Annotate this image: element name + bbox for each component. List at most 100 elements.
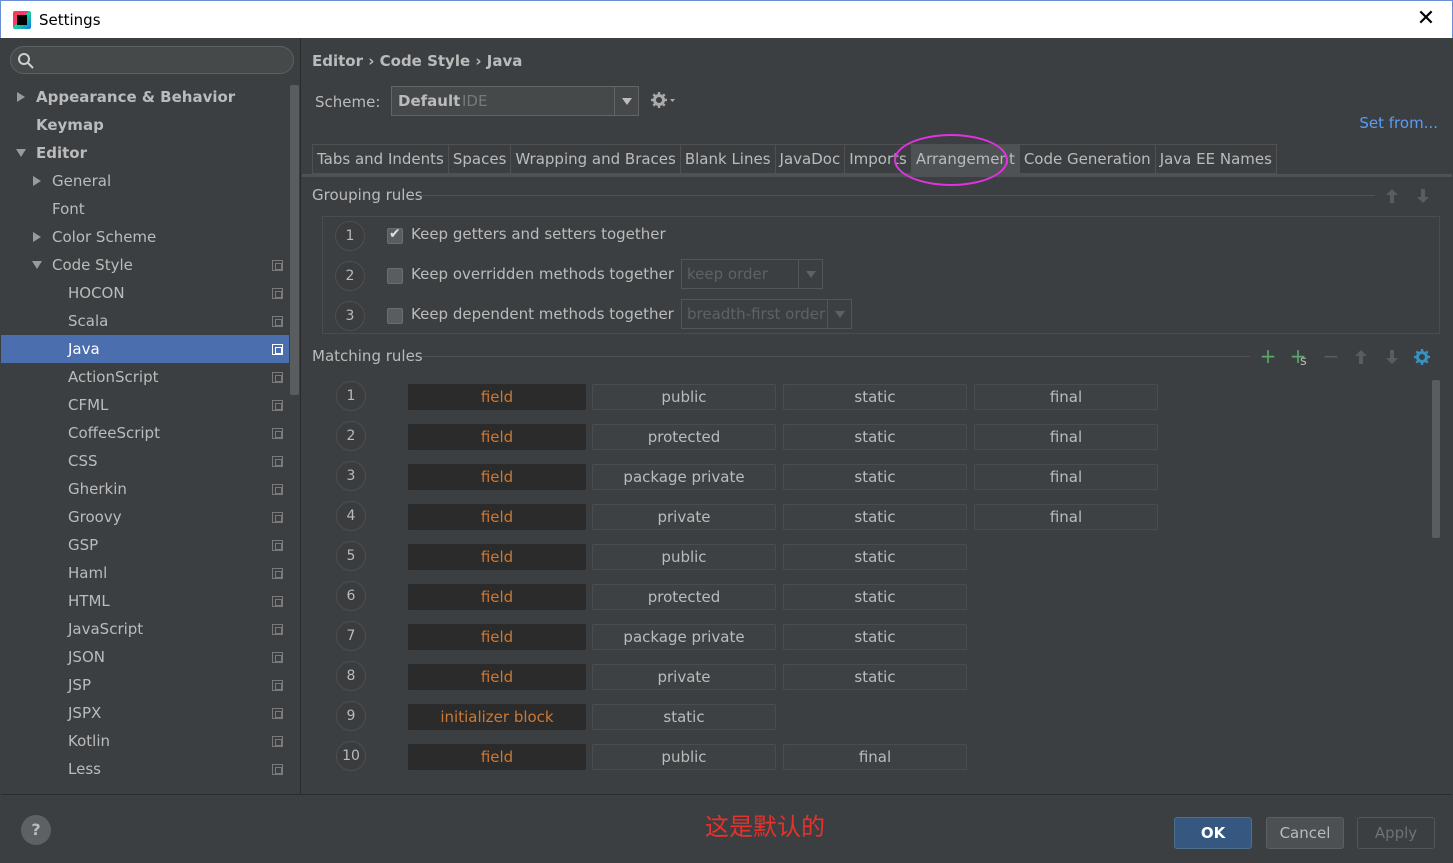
order-dropdown[interactable]: keep order (681, 259, 823, 289)
rule-kind-token[interactable]: field (408, 544, 586, 570)
rule-modifier-token[interactable]: final (974, 424, 1158, 450)
rule-modifier-token[interactable]: package private (592, 464, 776, 490)
tab-imports[interactable]: Imports (844, 144, 911, 174)
rules-scrollbar[interactable] (1432, 380, 1440, 538)
rule-modifier-token[interactable]: static (783, 624, 967, 650)
rule-modifier-token[interactable]: final (783, 744, 967, 770)
collapse-arrow-icon[interactable] (16, 149, 26, 157)
rule-modifier-token[interactable]: static (783, 464, 967, 490)
sidebar-item-appearance-behavior[interactable]: Appearance & Behavior (1, 83, 289, 111)
matching-rule-row[interactable]: 6 field protected static (322, 576, 1422, 616)
chevron-down-icon[interactable] (614, 87, 638, 115)
move-down-icon[interactable] (1416, 188, 1430, 204)
rule-modifier-token[interactable]: static (783, 424, 967, 450)
rule-modifier-token[interactable]: static (783, 504, 967, 530)
scheme-dropdown[interactable]: Default IDE (391, 86, 639, 116)
rule-down-icon[interactable] (1385, 349, 1399, 365)
grouping-checkbox[interactable] (387, 226, 403, 244)
rule-modifier-token[interactable]: static (783, 664, 967, 690)
rule-modifier-token[interactable]: static (783, 584, 967, 610)
rule-modifier-token[interactable]: final (974, 384, 1158, 410)
rule-kind-token[interactable]: field (408, 664, 586, 690)
expand-arrow-icon[interactable] (33, 232, 41, 242)
rule-kind-token[interactable]: field (408, 384, 586, 410)
expand-arrow-icon[interactable] (33, 176, 41, 186)
sidebar-item-code-style[interactable]: Code Style (1, 251, 289, 279)
sidebar-item-general[interactable]: General (1, 167, 289, 195)
rule-modifier-token[interactable]: static (783, 544, 967, 570)
tab-arrangement[interactable]: Arrangement (910, 144, 1019, 174)
matching-rule-row[interactable]: 2 field protected static final (322, 416, 1422, 456)
rule-modifier-token[interactable]: protected (592, 424, 776, 450)
tab-code-generation[interactable]: Code Generation (1018, 144, 1155, 174)
help-button[interactable]: ? (21, 815, 51, 845)
matching-rule-row[interactable]: 1 field public static final (322, 376, 1422, 416)
grouping-rule-label[interactable]: Keep getters and setters together (411, 225, 666, 243)
rule-settings-gear-icon[interactable] (1413, 348, 1431, 366)
tab-spaces[interactable]: Spaces (447, 144, 511, 174)
sidebar-item-json[interactable]: JSON (1, 643, 289, 671)
add-rule-icon[interactable]: + (1258, 346, 1278, 366)
sidebar-item-jspx[interactable]: JSPX (1, 699, 289, 727)
sidebar-item-css[interactable]: CSS (1, 447, 289, 475)
remove-rule-icon[interactable]: − (1321, 346, 1341, 366)
sidebar-item-font[interactable]: Font (1, 195, 289, 223)
rule-modifier-token[interactable]: static (783, 384, 967, 410)
sidebar-item-gsp[interactable]: GSP (1, 531, 289, 559)
rule-modifier-token[interactable]: public (592, 744, 776, 770)
sidebar-item-jsp[interactable]: JSP (1, 671, 289, 699)
set-from-link[interactable]: Set from... (1359, 114, 1438, 132)
sidebar-item-gherkin[interactable]: Gherkin (1, 475, 289, 503)
sidebar-item-color-scheme[interactable]: Color Scheme (1, 223, 289, 251)
tab-blank-lines[interactable]: Blank Lines (679, 144, 775, 174)
rule-kind-token[interactable]: field (408, 584, 586, 610)
apply-button[interactable]: Apply (1357, 817, 1435, 849)
matching-rule-row[interactable]: 7 field package private static (322, 616, 1422, 656)
sidebar-item-java[interactable]: Java (1, 335, 289, 363)
gear-icon[interactable] (650, 91, 676, 109)
sidebar-item-scala[interactable]: Scala (1, 307, 289, 335)
matching-rule-row[interactable]: 5 field public static (322, 536, 1422, 576)
expand-arrow-icon[interactable] (17, 92, 25, 102)
grouping-checkbox[interactable] (387, 308, 403, 324)
collapse-arrow-icon[interactable] (32, 261, 42, 269)
rule-modifier-token[interactable]: final (974, 504, 1158, 530)
sidebar-item-hocon[interactable]: HOCON (1, 279, 289, 307)
rule-modifier-token[interactable]: private (592, 664, 776, 690)
tab-tabs-and-indents[interactable]: Tabs and Indents (312, 144, 448, 174)
rule-modifier-token[interactable]: public (592, 384, 776, 410)
rule-kind-token[interactable]: field (408, 624, 586, 650)
grouping-rule-label[interactable]: Keep dependent methods together (411, 305, 674, 323)
sidebar-item-kotlin[interactable]: Kotlin (1, 727, 289, 755)
rule-modifier-token[interactable]: public (592, 544, 776, 570)
rule-kind-token[interactable]: field (408, 424, 586, 450)
ok-button[interactable]: OK (1174, 817, 1252, 849)
matching-rule-row[interactable]: 4 field private static final (322, 496, 1422, 536)
rule-modifier-token[interactable]: package private (592, 624, 776, 650)
rule-up-icon[interactable] (1354, 349, 1368, 365)
order-dropdown[interactable]: breadth-first order (681, 299, 852, 329)
sidebar-item-html[interactable]: HTML (1, 587, 289, 615)
tab-wrapping-and-braces[interactable]: Wrapping and Braces (510, 144, 680, 174)
sidebar-item-editor[interactable]: Editor (1, 139, 289, 167)
sidebar-item-actionscript[interactable]: ActionScript (1, 363, 289, 391)
sidebar-scrollbar[interactable] (290, 85, 299, 395)
sidebar-item-groovy[interactable]: Groovy (1, 503, 289, 531)
matching-rule-row[interactable]: 10 field public final (322, 736, 1422, 776)
sidebar-item-less[interactable]: Less (1, 755, 289, 783)
rule-modifier-token[interactable]: private (592, 504, 776, 530)
rule-kind-token[interactable]: field (408, 744, 586, 770)
sidebar-item-haml[interactable]: Haml (1, 559, 289, 587)
search-input[interactable] (10, 46, 294, 74)
matching-rule-row[interactable]: 9 initializer block static (322, 696, 1422, 736)
grouping-checkbox[interactable] (387, 268, 403, 284)
tab-javadoc[interactable]: JavaDoc (774, 144, 845, 174)
sidebar-item-keymap[interactable]: Keymap (1, 111, 289, 139)
matching-rule-row[interactable]: 3 field package private static final (322, 456, 1422, 496)
rule-modifier-token[interactable]: protected (592, 584, 776, 610)
close-icon[interactable]: ✕ (1414, 7, 1438, 31)
rule-modifier-token[interactable]: static (592, 704, 776, 730)
rule-modifier-token[interactable]: final (974, 464, 1158, 490)
grouping-rule-label[interactable]: Keep overridden methods together (411, 265, 674, 283)
rule-kind-token[interactable]: field (408, 504, 586, 530)
